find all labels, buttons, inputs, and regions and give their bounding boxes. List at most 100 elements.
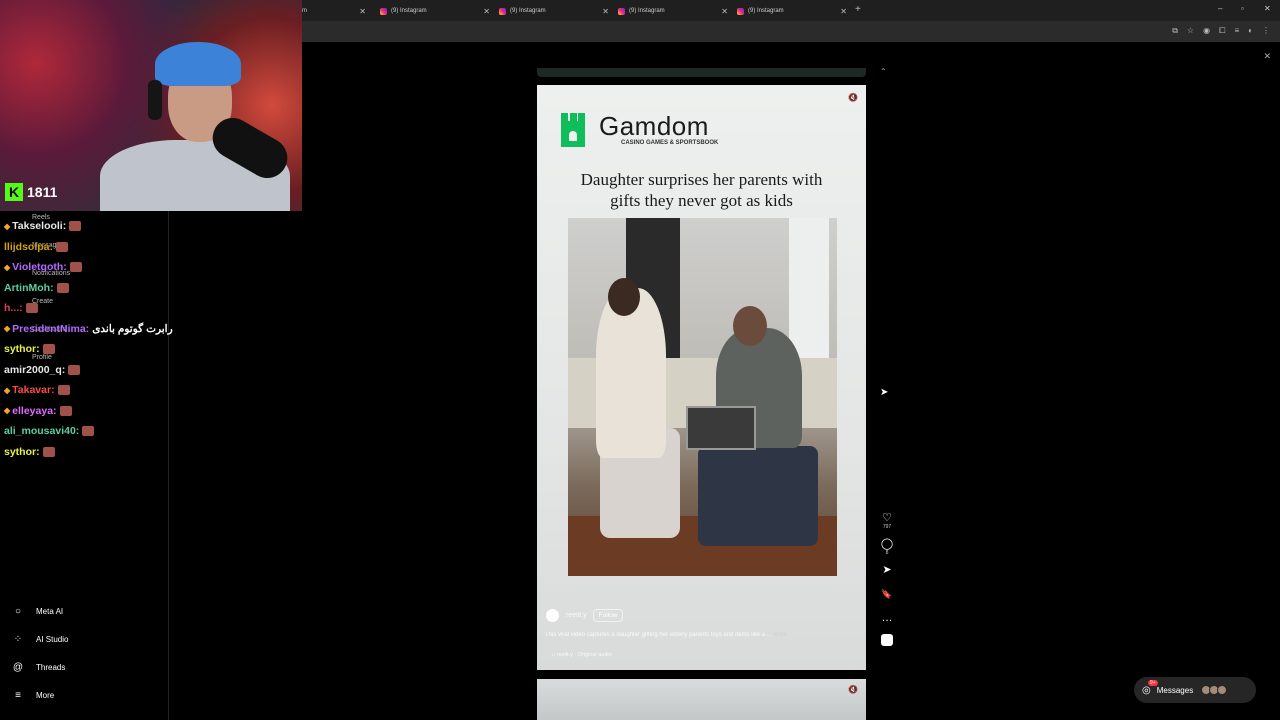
reel-author: reelit.y Follow (545, 608, 624, 623)
extension-icon[interactable]: ◉ (1203, 26, 1210, 36)
nav-item-more[interactable]: ≡ More (12, 690, 54, 701)
previous-reel-edge (537, 68, 866, 77)
chat-badge-icon: ◆ (4, 324, 11, 334)
chat-username[interactable]: Violetgoth: (12, 261, 67, 273)
reel-caption: This viral video captures a daughter gif… (545, 632, 787, 638)
browser-tab[interactable]: (9) Instagram ✕ (495, 2, 613, 20)
streamer-cap (155, 42, 241, 86)
install-icon[interactable]: ⧉ (1172, 26, 1178, 36)
tab-title: (9) Instagram (748, 8, 784, 14)
nav-label: Threads (36, 663, 66, 672)
messenger-icon: ◎ 9+ (1142, 679, 1158, 696)
puzzle-icon[interactable]: ⧠ (1219, 26, 1225, 36)
nav-label: Meta AI (36, 607, 64, 616)
chat-username[interactable]: sythor: (4, 446, 40, 458)
nav-label: AI Studio (36, 635, 69, 644)
scroll-up-icon[interactable]: ⌃ (880, 67, 887, 76)
like-icon[interactable]: ♡ (882, 512, 892, 524)
nav-item-meta-ai[interactable]: ○ Meta AI (12, 606, 63, 617)
tab-close-icon[interactable]: ✕ (602, 7, 609, 16)
save-icon[interactable]: 🔖 (881, 588, 892, 600)
author-name[interactable]: reelit.y (566, 612, 587, 619)
chat-emote-icon (56, 282, 69, 293)
messages-button[interactable]: ◎ 9+ Messages (1134, 677, 1256, 703)
more-options-icon[interactable]: … (882, 612, 893, 624)
new-tab-button[interactable]: + (855, 4, 861, 15)
man-head (733, 306, 767, 346)
follower-counter: K 1811 (5, 183, 57, 201)
chat-emote-icon (59, 405, 72, 416)
reel-video[interactable]: 🔇 Gamdom CASINO GAMES & SPORTSBOOK Daugh… (537, 85, 866, 670)
chat-username[interactable]: ali_mousavi40: (4, 425, 79, 437)
chat-message: sythor: (4, 339, 264, 360)
like-count: 797 (882, 524, 892, 530)
close-icon[interactable]: ✕ (1263, 51, 1271, 62)
chat-emote-icon (25, 303, 38, 314)
audio-thumbnail[interactable] (881, 634, 893, 646)
instagram-icon (380, 7, 387, 15)
toolbar-icons: ⧉ ☆ ◉ ⧠ ≡ ◐ ⋮ (1172, 26, 1270, 36)
tab-title: (9) Instagram (391, 8, 427, 14)
chat-overlay: ◆ Takselooli: llijdsolpa: ◆ Violetgoth: Artin… (4, 216, 264, 462)
comment-icon[interactable]: ◯ (881, 538, 893, 550)
chat-username[interactable]: Takavar: (12, 384, 54, 396)
tab-title: (9) Instagram (629, 8, 665, 14)
browser-tab[interactable]: (9) Instagram ✕ (733, 2, 851, 20)
video-frame (568, 218, 837, 576)
menu-dots-icon[interactable]: ⋮ (1262, 26, 1270, 36)
next-reel-preview[interactable]: 🔇 (537, 679, 866, 720)
chat-username[interactable]: h...: (4, 302, 23, 314)
browser-tab[interactable]: (9) Instagram ✕ (614, 2, 732, 20)
tab-close-icon[interactable]: ✕ (721, 7, 728, 16)
castle-icon (557, 109, 589, 147)
menu-icon: ≡ (15, 690, 21, 701)
message-avatars (1201, 685, 1228, 695)
comment-count: 8 (885, 550, 889, 556)
follow-button[interactable]: Follow (592, 609, 624, 622)
nav-item-threads[interactable]: @ Threads (12, 662, 65, 673)
chat-message: ◆ Violetgoth: (4, 257, 264, 278)
chat-username[interactable]: elleyaya: (12, 405, 56, 417)
window-maximize-button[interactable]: ▫ (1241, 4, 1244, 13)
share-icon[interactable]: ➤ (882, 564, 891, 576)
chat-badge-icon: ◆ (4, 385, 11, 395)
brand-name: Gamdom (599, 110, 709, 141)
chat-username[interactable]: amir2000_q: (4, 364, 65, 376)
media-icon[interactable]: ≡ (1234, 26, 1239, 36)
mouse-cursor-icon: ➤ (880, 387, 889, 398)
chat-message: ArtinMoh: (4, 278, 264, 299)
tab-title: m (302, 8, 307, 14)
webcam-overlay: K 1811 (0, 0, 302, 211)
chat-username[interactable]: ArtinMoh: (4, 282, 54, 294)
nav-item-ai-studio[interactable]: ⁘ AI Studio (12, 634, 69, 645)
chat-badge-icon: ◆ (4, 221, 11, 231)
window-close-button[interactable]: ✕ (1264, 4, 1271, 13)
chat-badge-icon: ◆ (4, 262, 11, 272)
chat-message: ◆ PresidentNima: رابرت گوتوم باندی (4, 319, 264, 340)
window-minimize-button[interactable]: – (1218, 4, 1222, 13)
screen: { "browser": { "tabs": [ {"title": "m"},… (0, 0, 1280, 720)
brand-tagline: CASINO GAMES & SPORTSBOOK (621, 139, 719, 146)
bookmark-star-icon[interactable]: ☆ (1187, 26, 1194, 36)
browser-tab[interactable]: (9) Instagram ✕ (376, 2, 494, 20)
chat-message: ◆ elleyaya: (4, 401, 264, 422)
chat-message: ◆ Takselooli: (4, 216, 264, 237)
caption-more-link[interactable]: more (773, 632, 787, 638)
chat-username[interactable]: llijdsolpa: (4, 241, 53, 253)
tab-close-icon[interactable]: ✕ (359, 7, 366, 16)
mute-icon[interactable]: 🔇 (848, 685, 858, 694)
mute-icon[interactable]: 🔇 (848, 93, 858, 102)
profile-icon[interactable]: ◐ (1248, 26, 1253, 36)
chat-username[interactable]: sythor: (4, 343, 40, 355)
chat-username[interactable]: Takselooli: (12, 220, 66, 232)
tab-close-icon[interactable]: ✕ (483, 7, 490, 16)
chat-message: ali_mousavi40: (4, 421, 264, 442)
nav-label: More (36, 691, 55, 700)
tab-title: (9) Instagram (510, 8, 546, 14)
headset (148, 80, 162, 120)
chat-username[interactable]: PresidentNima: (12, 323, 89, 335)
tab-close-icon[interactable]: ✕ (840, 7, 847, 16)
audio-label[interactable]: ♫ reelit.y · Original audio (551, 652, 612, 658)
man-legs (698, 446, 818, 546)
avatar[interactable] (545, 608, 560, 623)
